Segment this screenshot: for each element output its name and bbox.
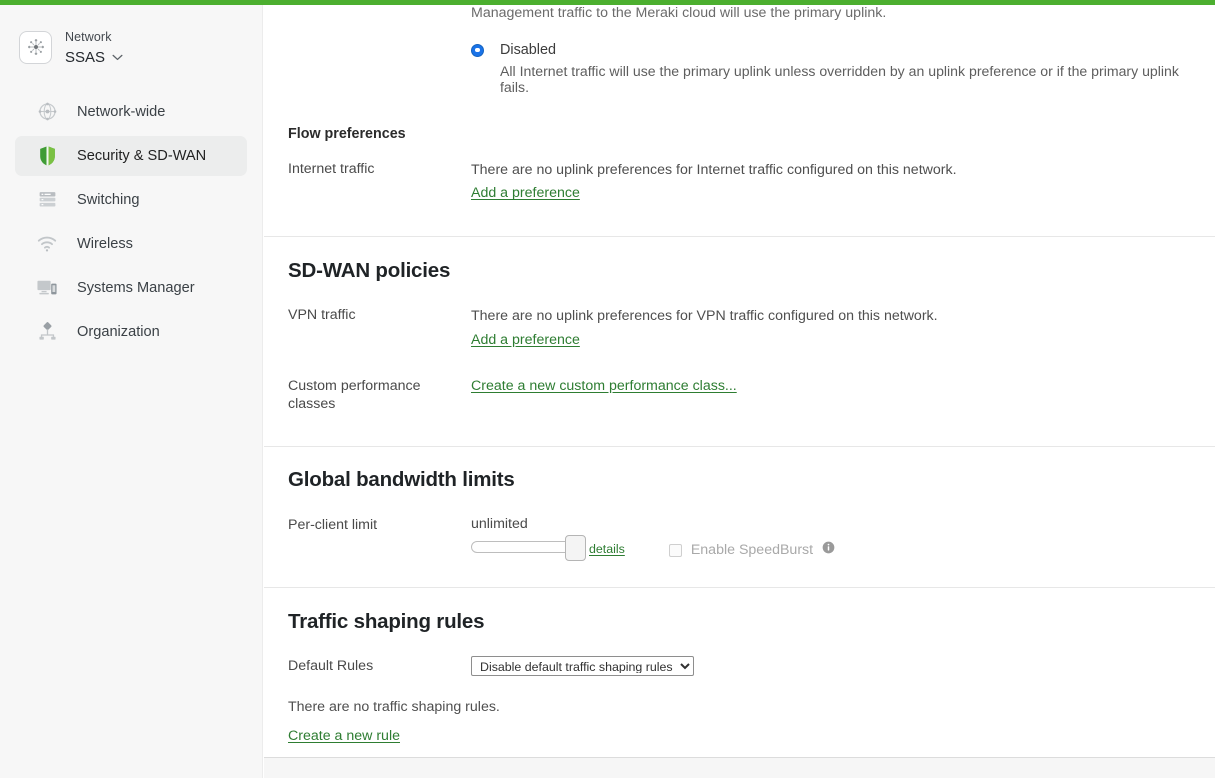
systems-manager-icon bbox=[36, 277, 58, 299]
sidebar-item-security-sdwan[interactable]: Security & SD-WAN bbox=[15, 136, 247, 176]
sdwan-policies-section: SD-WAN policies VPN traffic There are no… bbox=[264, 237, 1215, 447]
internet-traffic-text: There are no uplink preferences for Inte… bbox=[471, 160, 1191, 181]
traffic-shaping-heading: Traffic shaping rules bbox=[288, 610, 1191, 634]
sidebar-item-label: Security & SD-WAN bbox=[77, 148, 206, 164]
main-content: Management traffic to the Meraki cloud w… bbox=[264, 5, 1215, 757]
organization-icon bbox=[36, 321, 58, 343]
sdwan-policies-heading: SD-WAN policies bbox=[288, 259, 1191, 283]
radio-label: Disabled bbox=[500, 42, 556, 58]
info-icon[interactable] bbox=[822, 541, 835, 559]
sidebar-item-label: Organization bbox=[77, 324, 160, 340]
sidebar-item-systems-manager[interactable]: Systems Manager bbox=[15, 268, 247, 308]
wifi-icon bbox=[36, 233, 58, 255]
default-rules-label: Default Rules bbox=[288, 657, 471, 675]
create-new-rule-link[interactable]: Create a new rule bbox=[288, 728, 400, 744]
page-footer-strip bbox=[264, 757, 1215, 778]
slider-track[interactable] bbox=[471, 541, 576, 553]
per-client-limit-slider[interactable]: unlimited bbox=[471, 516, 579, 553]
speedburst-control[interactable]: Enable SpeedBurst bbox=[669, 541, 835, 559]
chevron-down-icon[interactable] bbox=[112, 47, 123, 67]
management-traffic-note: Management traffic to the Meraki cloud w… bbox=[471, 5, 1191, 24]
custom-performance-classes-label: Custom performance classes bbox=[288, 377, 458, 413]
sidebar-item-label: Systems Manager bbox=[77, 280, 195, 296]
sidebar-item-organization[interactable]: Organization bbox=[15, 312, 247, 352]
slider-value: unlimited bbox=[471, 516, 579, 532]
sidebar: Network SSAS bbox=[0, 5, 263, 778]
sidebar-item-label: Switching bbox=[77, 192, 139, 208]
add-vpn-preference-link[interactable]: Add a preference bbox=[471, 332, 580, 348]
uplink-disabled-option[interactable]: Disabled All Internet traffic will use t… bbox=[471, 41, 1191, 95]
speedburst-checkbox[interactable] bbox=[669, 544, 682, 557]
uplink-section: Management traffic to the Meraki cloud w… bbox=[264, 5, 1215, 237]
shield-icon bbox=[36, 145, 58, 167]
sidebar-item-label: Network-wide bbox=[77, 104, 165, 120]
network-wide-icon bbox=[36, 101, 58, 123]
per-client-limit-label: Per-client limit bbox=[288, 516, 471, 534]
add-internet-preference-link[interactable]: Add a preference bbox=[471, 185, 580, 201]
radio-disabled[interactable] bbox=[471, 44, 484, 57]
brand-top-bar bbox=[0, 0, 1215, 5]
radio-description: All Internet traffic will use the primar… bbox=[500, 63, 1191, 95]
network-selector[interactable]: Network SSAS bbox=[0, 23, 262, 72]
vpn-traffic-text: There are no uplink preferences for VPN … bbox=[471, 306, 1191, 327]
switch-stack-icon bbox=[36, 189, 58, 211]
bandwidth-details-link[interactable]: details bbox=[589, 542, 625, 556]
flow-preferences-heading: Flow preferences bbox=[288, 126, 406, 142]
meraki-dashboard-page: Network SSAS bbox=[0, 0, 1215, 778]
speedburst-label: Enable SpeedBurst bbox=[691, 542, 813, 558]
network-name: SSAS bbox=[65, 48, 105, 67]
create-custom-performance-class-link[interactable]: Create a new custom performance class... bbox=[471, 378, 737, 394]
bandwidth-section: Global bandwidth limits Per-client limit… bbox=[264, 447, 1215, 588]
internet-traffic-label: Internet traffic bbox=[288, 160, 471, 178]
sidebar-item-network-wide[interactable]: Network-wide bbox=[15, 92, 247, 132]
default-rules-select[interactable]: Disable default traffic shaping rules En… bbox=[471, 656, 694, 676]
network-hub-icon bbox=[19, 31, 52, 64]
traffic-shaping-section: Traffic shaping rules Default Rules Disa… bbox=[264, 588, 1215, 757]
sidebar-item-label: Wireless bbox=[77, 236, 133, 252]
bandwidth-heading: Global bandwidth limits bbox=[288, 468, 1191, 492]
sidebar-item-switching[interactable]: Switching bbox=[15, 180, 247, 220]
sidebar-item-wireless[interactable]: Wireless bbox=[15, 224, 247, 264]
network-label: Network bbox=[65, 30, 112, 44]
vpn-traffic-label: VPN traffic bbox=[288, 306, 471, 324]
slider-thumb[interactable] bbox=[565, 535, 586, 561]
no-traffic-shaping-rules-text: There are no traffic shaping rules. bbox=[288, 697, 1191, 718]
